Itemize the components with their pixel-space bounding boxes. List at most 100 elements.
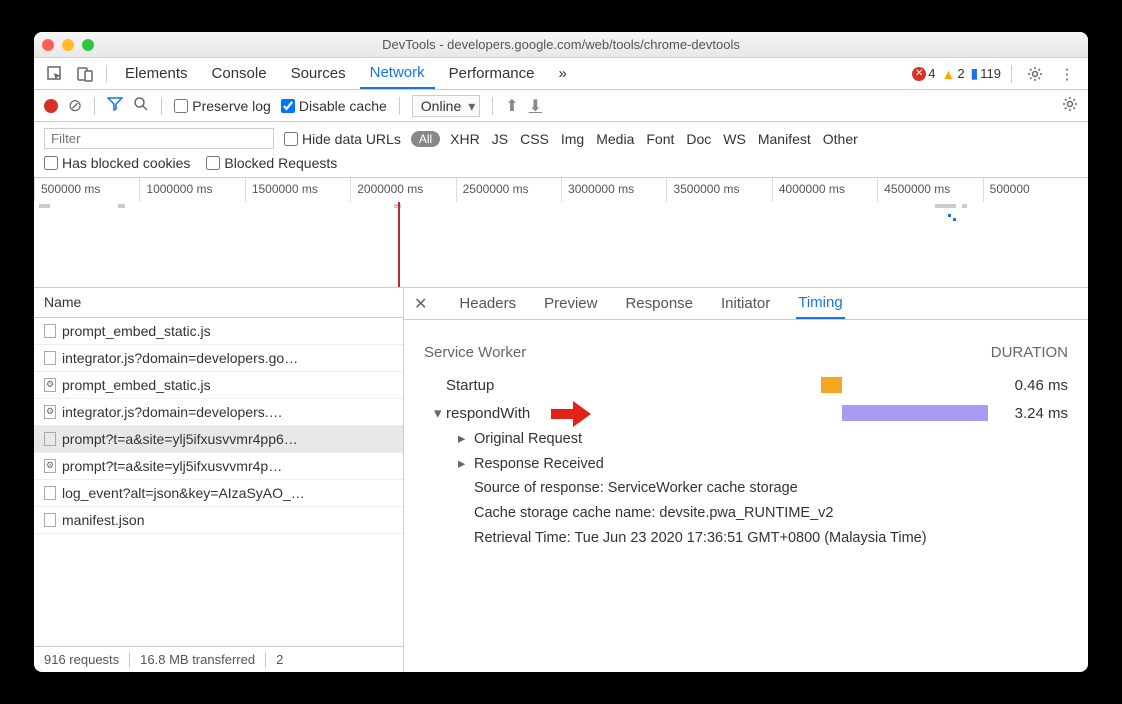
timing-section-label: Service Worker xyxy=(424,344,526,361)
filter-manifest[interactable]: Manifest xyxy=(758,131,811,147)
timeline-tick: 4500000 ms xyxy=(877,178,982,202)
timing-original-request: Original Request xyxy=(474,427,582,452)
tab-console[interactable]: Console xyxy=(202,59,277,88)
timeline-tick: 4000000 ms xyxy=(772,178,877,202)
filter-doc[interactable]: Doc xyxy=(686,131,711,147)
network-toolbar: ⊘ Preserve log Disable cache Online ⬆ ⬇ xyxy=(34,90,1088,122)
clear-icon[interactable]: ⊘ xyxy=(68,96,82,116)
filter-icon[interactable] xyxy=(107,96,123,115)
filter-font[interactable]: Font xyxy=(646,131,674,147)
minimize-window-button[interactable] xyxy=(62,39,74,51)
filter-media[interactable]: Media xyxy=(596,131,634,147)
disable-cache-checkbox[interactable]: Disable cache xyxy=(281,98,387,114)
inspect-element-icon[interactable] xyxy=(42,61,68,87)
request-name: prompt_embed_static.js xyxy=(62,377,211,393)
request-name: integrator.js?domain=developers.go… xyxy=(62,350,298,366)
toggle-device-icon[interactable] xyxy=(72,61,98,87)
filter-ws[interactable]: WS xyxy=(723,131,746,147)
status-extra: 2 xyxy=(276,652,283,667)
close-window-button[interactable] xyxy=(42,39,54,51)
detail-tab-response[interactable]: Response xyxy=(623,289,695,318)
has-blocked-cookies-checkbox[interactable]: Has blocked cookies xyxy=(44,155,190,171)
timing-row-label: respondWith xyxy=(446,405,530,422)
gear-document-icon xyxy=(44,378,56,392)
detail-tab-preview[interactable]: Preview xyxy=(542,289,599,318)
request-name: prompt?t=a&site=ylj5ifxusvvmr4p… xyxy=(62,458,282,474)
download-icon[interactable]: ⬇ xyxy=(529,96,542,116)
blocked-requests-checkbox[interactable]: Blocked Requests xyxy=(206,155,337,171)
timeline-tick: 1000000 ms xyxy=(139,178,244,202)
timeline-tick: 3000000 ms xyxy=(561,178,666,202)
detail-pane: ✕ Headers Preview Response Initiator Tim… xyxy=(404,288,1088,672)
request-name: manifest.json xyxy=(62,512,144,528)
tab-sources[interactable]: Sources xyxy=(281,59,356,88)
warning-count[interactable]: ▲ 2 xyxy=(941,66,964,82)
filter-js[interactable]: JS xyxy=(492,131,508,147)
request-row[interactable]: prompt_embed_static.js xyxy=(34,372,403,399)
request-list: prompt_embed_static.js integrator.js?doma… xyxy=(34,318,403,646)
request-row[interactable]: log_event?alt=json&key=AIzaSyAO_… xyxy=(34,480,403,507)
filter-img[interactable]: Img xyxy=(561,131,584,147)
record-button[interactable] xyxy=(44,99,58,113)
timeline-tick: 2500000 ms xyxy=(456,178,561,202)
split-pane: Name prompt_embed_static.jsintegrator.js… xyxy=(34,288,1088,672)
upload-icon[interactable]: ⬆ xyxy=(505,96,518,116)
tab-more[interactable]: » xyxy=(549,59,577,88)
request-row[interactable]: prompt?t=a&site=ylj5ifxusvvmr4p… xyxy=(34,453,403,480)
titlebar: DevTools - developers.google.com/web/too… xyxy=(34,32,1088,58)
request-list-pane: Name prompt_embed_static.jsintegrator.js… xyxy=(34,288,404,672)
timing-sub-details: ▸Original Request ▸Response Received Sou… xyxy=(424,427,1068,550)
error-count[interactable]: ✕ 4 xyxy=(912,66,935,81)
message-icon: ▮ xyxy=(971,65,979,82)
request-row[interactable]: integrator.js?domain=developers.go… xyxy=(34,345,403,372)
settings-icon[interactable] xyxy=(1022,61,1048,87)
close-detail-button[interactable]: ✕ xyxy=(414,294,427,314)
filter-xhr[interactable]: XHR xyxy=(450,131,480,147)
document-icon xyxy=(44,351,56,365)
filter-all[interactable]: All xyxy=(411,131,440,147)
more-menu-icon[interactable]: ⋮ xyxy=(1054,61,1080,87)
traffic-lights xyxy=(42,39,94,51)
request-name: prompt?t=a&site=ylj5ifxusvvmr4pp6… xyxy=(62,431,298,447)
error-icon: ✕ xyxy=(912,67,926,81)
chevron-right-icon[interactable]: ▸ xyxy=(458,427,470,452)
timeline-tick: 1500000 ms xyxy=(245,178,350,202)
network-timeline[interactable]: 500000 ms1000000 ms1500000 ms2000000 ms2… xyxy=(34,178,1088,288)
timing-bar xyxy=(842,405,988,421)
timing-retrieval: Retrieval Time: Tue Jun 23 2020 17:36:51… xyxy=(458,526,1068,551)
network-settings-icon[interactable] xyxy=(1062,96,1078,115)
maximize-window-button[interactable] xyxy=(82,39,94,51)
timeline-tick: 500000 xyxy=(983,178,1088,202)
warning-icon: ▲ xyxy=(941,66,955,82)
request-row[interactable]: prompt_embed_static.js xyxy=(34,318,403,345)
detail-tab-timing[interactable]: Timing xyxy=(796,288,844,319)
tab-performance[interactable]: Performance xyxy=(439,59,545,88)
timeline-tick: 500000 ms xyxy=(34,178,139,202)
timing-row: ▾respondWith 3.24 ms xyxy=(424,399,1068,427)
filter-input[interactable] xyxy=(44,128,274,149)
filter-css[interactable]: CSS xyxy=(520,131,549,147)
throttling-select[interactable]: Online xyxy=(412,95,480,117)
main-tabs-row: Elements Console Sources Network Perform… xyxy=(34,58,1088,90)
filter-other[interactable]: Other xyxy=(823,131,858,147)
chevron-down-icon[interactable]: ▾ xyxy=(434,404,446,422)
preserve-log-checkbox[interactable]: Preserve log xyxy=(174,98,271,114)
tab-elements[interactable]: Elements xyxy=(115,59,198,88)
search-icon[interactable] xyxy=(133,96,149,115)
request-row[interactable]: manifest.json xyxy=(34,507,403,534)
hide-data-urls-checkbox[interactable]: Hide data URLs xyxy=(284,131,401,147)
detail-tab-initiator[interactable]: Initiator xyxy=(719,289,772,318)
timing-duration: 3.24 ms xyxy=(988,405,1068,422)
request-row[interactable]: integrator.js?domain=developers.… xyxy=(34,399,403,426)
request-name: prompt_embed_static.js xyxy=(62,323,211,339)
gear-document-icon xyxy=(44,405,56,419)
request-row[interactable]: prompt?t=a&site=ylj5ifxusvvmr4pp6… xyxy=(34,426,403,453)
request-name: log_event?alt=json&key=AIzaSyAO_… xyxy=(62,485,305,501)
message-count[interactable]: ▮ 119 xyxy=(971,65,1001,82)
timing-row-label: Startup xyxy=(446,377,494,394)
chevron-right-icon[interactable]: ▸ xyxy=(458,452,470,477)
detail-tab-headers[interactable]: Headers xyxy=(457,289,518,318)
tab-network[interactable]: Network xyxy=(360,58,435,89)
filter-row: Hide data URLs All XHR JS CSS Img Media … xyxy=(34,122,1088,178)
timeline-tick: 3500000 ms xyxy=(666,178,771,202)
